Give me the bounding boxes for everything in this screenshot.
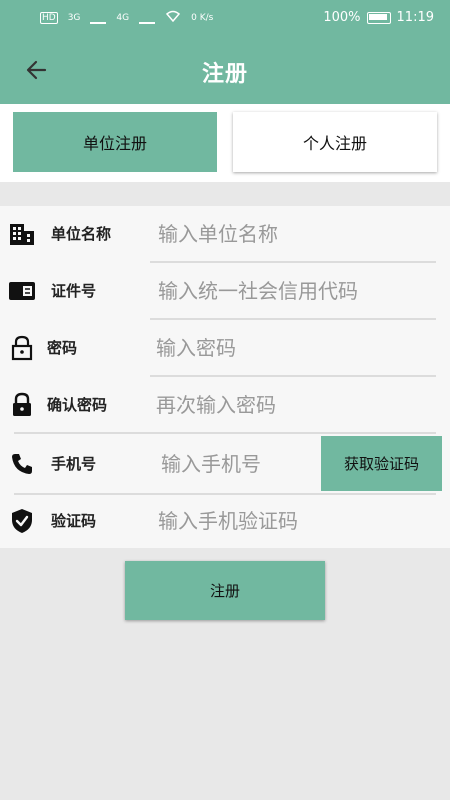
lock-outline-icon <box>8 334 36 362</box>
confirm-password-label: 确认密码 <box>47 396 108 414</box>
password-input[interactable] <box>156 330 426 366</box>
clock: 11:19 <box>396 10 434 25</box>
network-badge: HD <box>40 12 58 24</box>
verify-code-row: 验证码 <box>0 493 450 550</box>
org-name-input[interactable] <box>158 216 428 252</box>
password-row: 密码 <box>0 320 450 377</box>
verify-code-label: 验证码 <box>51 512 97 530</box>
network-speed: 0 K/s <box>191 13 214 23</box>
battery-percent: 100% <box>323 10 361 25</box>
app-bar: 注册 <box>0 36 450 104</box>
register-button[interactable]: 注册 <box>125 561 325 620</box>
id-card-icon <box>8 277 36 305</box>
id-number-label: 证件号 <box>51 282 97 300</box>
signal-4g-label: 4G <box>116 13 130 23</box>
phone-label: 手机号 <box>51 455 97 473</box>
page-title: 注册 <box>201 62 248 87</box>
phone-icon <box>8 450 36 478</box>
shield-check-icon <box>8 507 36 535</box>
status-bar: HD 3G 4G 0 K/s 100% 11:19 <box>0 0 450 36</box>
signal-3g-label: 3G <box>67 13 81 23</box>
signal-icon <box>90 12 107 24</box>
signal-icon-2 <box>139 12 156 24</box>
id-number-input[interactable] <box>158 273 428 309</box>
phone-input[interactable] <box>161 446 311 482</box>
register-form: 单位名称 证件号 密码 <box>0 206 450 548</box>
verify-code-input[interactable] <box>158 503 428 539</box>
id-number-row: 证件号 <box>0 263 450 320</box>
tab-org-register[interactable]: 单位注册 <box>13 112 217 172</box>
wifi-icon <box>165 10 181 26</box>
confirm-password-row: 确认密码 <box>0 377 450 434</box>
get-code-button[interactable]: 获取验证码 <box>321 436 442 491</box>
password-label: 密码 <box>47 339 78 357</box>
org-name-row: 单位名称 <box>0 206 450 263</box>
tab-personal-register[interactable]: 个人注册 <box>233 112 437 172</box>
building-icon <box>8 220 36 248</box>
lock-filled-icon <box>8 391 36 419</box>
register-type-tabs: 单位注册 个人注册 <box>0 104 450 182</box>
org-name-label: 单位名称 <box>51 225 112 243</box>
battery-icon <box>366 11 391 24</box>
confirm-password-input[interactable] <box>156 387 426 423</box>
phone-row: 手机号 获取验证码 <box>0 436 450 495</box>
divider <box>14 432 436 434</box>
